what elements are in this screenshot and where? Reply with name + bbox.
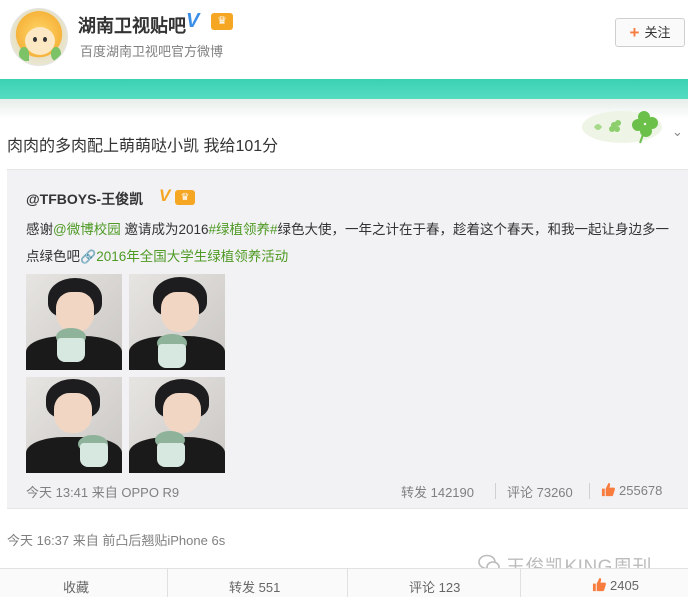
activity-link[interactable]: 2016年全国大学生绿植领养活动: [96, 249, 288, 264]
plus-icon: +: [629, 23, 640, 42]
repost-text: 感谢@微博校园 邀请成为2016#绿植领养#绿色大使，一年之计在于春，趁着这个春…: [26, 216, 671, 270]
accent-band: [0, 79, 688, 99]
hashtag-link[interactable]: #绿植领养#: [209, 222, 278, 237]
divider: [520, 569, 521, 597]
divider: [589, 483, 590, 499]
post-meta: 今天 16:37 来自 前凸后翘贴iPhone 6s: [7, 533, 226, 548]
verified-v-icon: V: [159, 186, 171, 205]
vip-badge-icon: ♛: [175, 190, 195, 205]
reposted-weibo[interactable]: @TFBOYS-王俊凯 V ♛ 感谢@微博校园 邀请成为2016#绿植领养#绿色…: [7, 169, 688, 509]
photo-thumbnail[interactable]: [129, 274, 225, 370]
chevron-down-icon[interactable]: ⌄: [672, 124, 683, 140]
photo-thumbnail[interactable]: [26, 274, 122, 370]
repost-author[interactable]: @TFBOYS-王俊凯: [26, 189, 143, 209]
divider: [495, 483, 496, 499]
follow-label: 关注: [644, 25, 671, 40]
photo-thumbnail[interactable]: [26, 377, 122, 473]
comment-button[interactable]: 评论 123: [409, 577, 460, 596]
account-description: 百度湖南卫视吧官方微博: [80, 44, 224, 59]
text-mid: 邀请成为2016: [120, 222, 209, 237]
divider: [347, 569, 348, 597]
verified-v-icon: V: [186, 10, 200, 32]
like-count: 255678: [619, 483, 663, 498]
avatar-leaf: [19, 47, 29, 61]
follow-button[interactable]: + 关注: [615, 18, 685, 47]
photo-thumbnail[interactable]: [129, 377, 225, 473]
repost-button[interactable]: 转发 551: [229, 577, 280, 596]
repost-meta: 今天 13:41 来自 OPPO R9: [26, 485, 180, 500]
clover-decoration-icon: [582, 111, 662, 144]
avatar[interactable]: [10, 8, 68, 66]
action-bar: 收藏 转发 551 评论 123 2405: [0, 568, 688, 597]
avatar-eye: [33, 37, 37, 42]
divider: [167, 569, 168, 597]
comment-count-button[interactable]: 评论 73260: [507, 482, 573, 501]
like-count-button[interactable]: 255678: [601, 482, 662, 498]
post-text: 肉肉的多肉配上萌萌哒小凯 我给101分: [7, 138, 279, 155]
thumbs-up-icon: [601, 482, 615, 497]
mention-link[interactable]: @微博校园: [53, 222, 121, 237]
account-name[interactable]: 湖南卫视贴吧: [78, 12, 186, 38]
favorite-button[interactable]: 收藏: [63, 577, 89, 596]
thumbs-up-icon: [592, 577, 606, 592]
like-count: 2405: [610, 578, 639, 593]
like-button[interactable]: 2405: [592, 577, 639, 593]
vip-badge-icon: ♛: [211, 13, 233, 30]
link-chain-icon: 🔗: [80, 249, 97, 264]
avatar-eye: [43, 37, 47, 42]
profile-header: 湖南卫视贴吧 V ♛ 百度湖南卫视吧官方微博 + 关注: [0, 0, 688, 78]
avatar-leaf: [51, 47, 61, 61]
repost-count-button[interactable]: 转发 142190: [401, 482, 474, 501]
text-prefix: 感谢: [26, 222, 53, 237]
